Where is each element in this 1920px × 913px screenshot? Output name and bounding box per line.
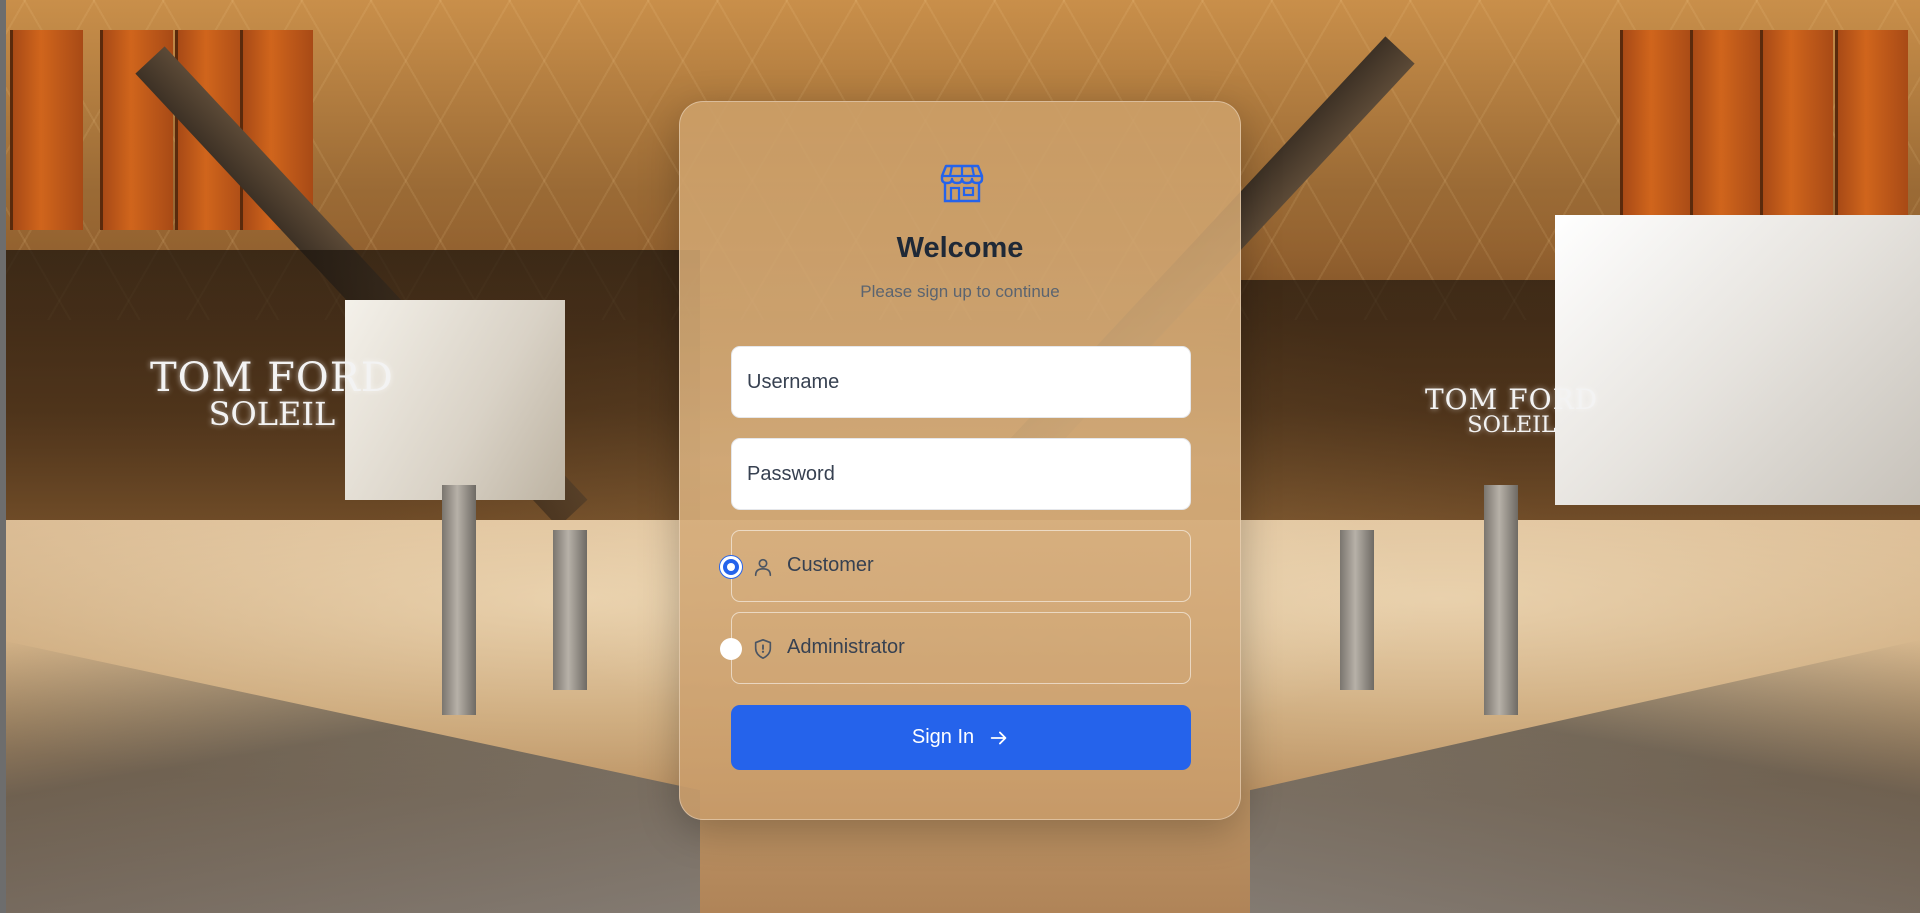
password-input[interactable]: [731, 438, 1191, 510]
customer-radio[interactable]: [720, 556, 742, 578]
sign-in-button[interactable]: Sign In: [731, 705, 1191, 770]
sign-in-label: Sign In: [911, 726, 975, 748]
administrator-radio[interactable]: [720, 638, 742, 660]
brand-sign-left: TOM FORD SOLEIL: [150, 355, 394, 433]
wood-panel: [1690, 30, 1763, 230]
wood-panel: [10, 30, 83, 230]
display-screen-right: [1555, 215, 1920, 505]
login-card: Welcome Please sign up to continue Custo…: [679, 101, 1241, 820]
brand-sign-right: TOM FORD SOLEIL: [1425, 383, 1599, 438]
role-option-administrator[interactable]: Administrator: [720, 612, 1191, 684]
role-option-customer[interactable]: Customer: [720, 530, 1191, 602]
column: [442, 485, 476, 715]
shield-icon: [754, 639, 772, 659]
username-input[interactable]: [731, 346, 1191, 418]
user-icon: [754, 558, 772, 577]
page-subtitle: Please sign up to continue: [860, 282, 1060, 301]
page-title: Welcome: [896, 232, 1024, 264]
wood-panel: [1620, 30, 1693, 230]
column: [553, 530, 587, 690]
window-edge: [0, 0, 6, 913]
arrow-right-icon: [990, 731, 1007, 744]
wood-panel: [1760, 30, 1833, 230]
column: [1340, 530, 1374, 690]
column: [1484, 485, 1518, 715]
customer-label: Customer: [787, 554, 874, 576]
wood-panel: [1835, 30, 1908, 230]
administrator-label: Administrator: [787, 636, 905, 658]
store-icon: [940, 164, 984, 203]
